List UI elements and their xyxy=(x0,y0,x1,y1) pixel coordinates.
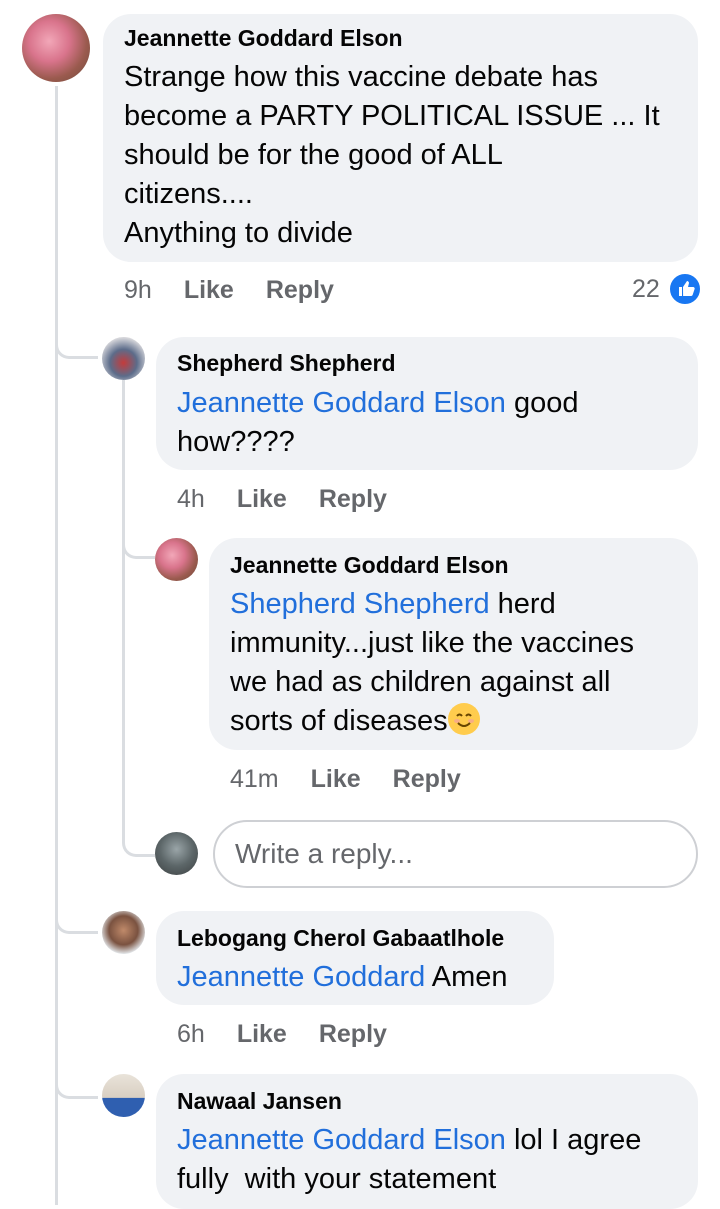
mention-link[interactable]: Jeannette Goddard xyxy=(177,961,425,993)
thread-line-nested xyxy=(122,380,125,820)
comment-text-line: citizens.... xyxy=(124,178,253,210)
smiling-face-emoji xyxy=(447,703,480,735)
comment-text-line: immunity...just like the vaccines xyxy=(230,627,634,659)
comment-author[interactable]: Lebogang Cherol Gabaatlhole xyxy=(177,925,504,952)
comment-text-fragment: good xyxy=(505,387,579,419)
like-button[interactable]: Like xyxy=(311,765,361,793)
comment-actions: 6h Like Reply xyxy=(177,1020,419,1049)
comment-text-line: should be for the good of ALL xyxy=(124,139,503,171)
comment-author[interactable]: Jeannette Goddard Elson xyxy=(124,25,403,52)
avatar[interactable] xyxy=(102,337,145,380)
comment-text: Strange how this vaccine debate has beco… xyxy=(124,58,694,253)
comment-time: 6h xyxy=(177,1020,205,1048)
reaction-count[interactable]: 22 xyxy=(632,275,660,304)
comment-time: 9h xyxy=(124,276,152,304)
reply-button[interactable]: Reply xyxy=(319,485,387,513)
thread-connector xyxy=(122,818,155,857)
comment-author[interactable]: Shepherd Shepherd xyxy=(177,350,396,377)
comment-actions: 41m Like Reply xyxy=(230,765,493,794)
thread-connector xyxy=(55,895,98,934)
avatar[interactable] xyxy=(155,538,198,581)
comment-text-line: how???? xyxy=(177,426,295,458)
avatar[interactable] xyxy=(102,1074,145,1117)
avatar[interactable] xyxy=(102,911,145,954)
comment-text-line: become a PARTY POLITICAL ISSUE ... It xyxy=(124,100,660,132)
thread-connector xyxy=(55,1060,98,1099)
comment-time: 4h xyxy=(177,485,205,513)
comment-text-fragment: sorts of diseases xyxy=(230,705,448,737)
comment-author[interactable]: Jeannette Goddard Elson xyxy=(230,552,509,579)
comment-text: Jeannette Goddard Elson good how???? xyxy=(177,384,687,462)
comment-text-fragment: lol I agree xyxy=(505,1124,642,1156)
comment-text-fragment: herd xyxy=(489,588,556,620)
reply-input[interactable]: Write a reply... xyxy=(213,820,698,888)
comment-text: Shepherd Shepherd herd immunity...just l… xyxy=(230,585,690,741)
comment-author[interactable]: Nawaal Jansen xyxy=(177,1088,342,1115)
like-button[interactable]: Like xyxy=(237,485,287,513)
like-button[interactable]: Like xyxy=(184,276,234,304)
comment-actions: 9h Like Reply xyxy=(124,276,366,305)
comment-text: Jeannette Goddard Elson lol I agree full… xyxy=(177,1121,687,1199)
comment-text-line: fully with your statement xyxy=(177,1163,497,1195)
thread-connector xyxy=(122,520,155,559)
reply-button[interactable]: Reply xyxy=(393,765,461,793)
comment-text-line: Strange how this vaccine debate has xyxy=(124,61,598,93)
mention-link[interactable]: Jeannette Goddard Elson xyxy=(177,387,506,419)
comment-text-line: Anything to divide xyxy=(124,217,353,249)
comment-text-line: we had as children against all xyxy=(230,666,611,698)
reply-button[interactable]: Reply xyxy=(266,276,334,304)
mention-link[interactable]: Jeannette Goddard Elson xyxy=(177,1124,506,1156)
comment-text-fragment: Amen xyxy=(425,961,508,993)
comment-actions: 4h Like Reply xyxy=(177,485,419,514)
like-reaction-icon[interactable] xyxy=(668,272,702,306)
avatar xyxy=(155,832,198,875)
comment-time: 41m xyxy=(230,765,279,793)
mention-link[interactable]: Shepherd Shepherd xyxy=(230,588,490,620)
reply-button[interactable]: Reply xyxy=(319,1020,387,1048)
avatar[interactable] xyxy=(22,14,90,82)
thread-connector xyxy=(55,320,98,359)
like-button[interactable]: Like xyxy=(237,1020,287,1048)
thread-line-main xyxy=(55,86,58,1205)
comment-text: Jeannette Goddard Amen xyxy=(177,958,547,997)
